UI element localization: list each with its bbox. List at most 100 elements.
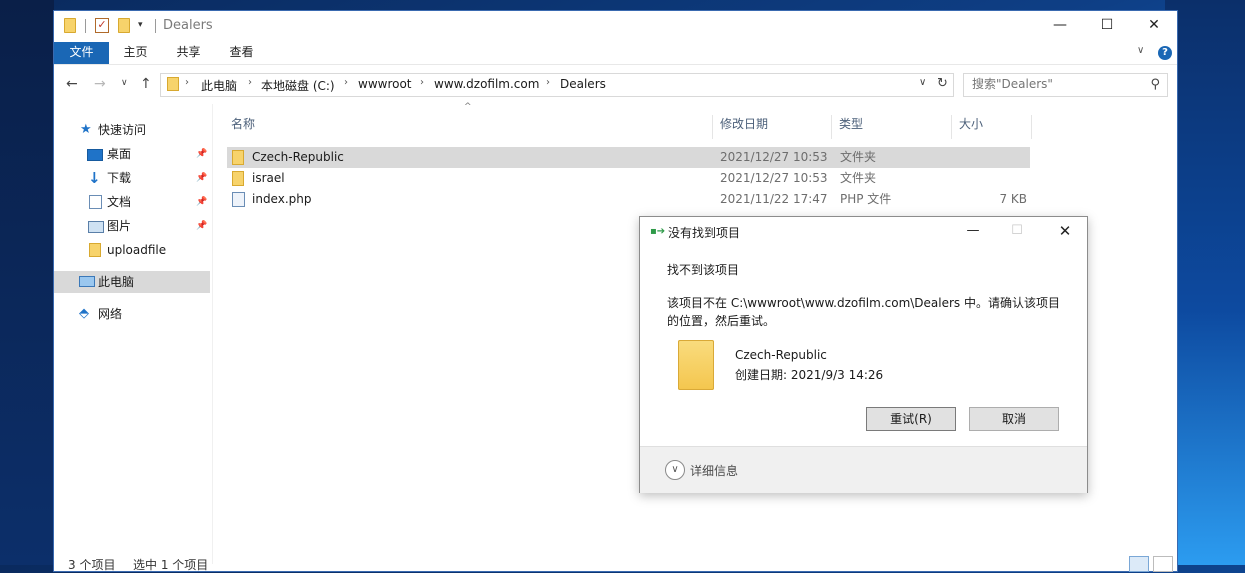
item-not-found-dialog: ▪➔ 没有找到项目 — ☐ ✕ 找不到该项目 该项目不在 C:\wwwroot\… (639, 216, 1088, 493)
large-icons-view-button[interactable] (1153, 556, 1173, 572)
sidebar-item-this-pc[interactable]: 此电脑 (54, 271, 210, 293)
file-row-index-php[interactable]: index.php 2021/11/22 17:47 PHP 文件 7 KB (227, 189, 1030, 210)
back-button[interactable]: ← (66, 76, 78, 92)
title-bar: ✓ ▾ Dealers — ☐ ✕ (54, 11, 1177, 42)
folder-icon (678, 340, 714, 390)
sidebar-item-pictures[interactable]: 图片 📌 (54, 215, 210, 237)
sidebar-item-uploadfile[interactable]: uploadfile (54, 239, 210, 261)
dialog-message-line: 该项目不在 C:\wwwroot\www.dzofilm.com\Dealers… (667, 296, 1061, 310)
properties-icon[interactable]: ✓ (95, 18, 109, 33)
pictures-icon (88, 221, 104, 233)
chevron-down-icon[interactable]: ∨ (665, 460, 685, 480)
column-header-date[interactable]: 修改日期 (713, 115, 832, 139)
navigation-pane: ★ 快速访问 桌面 📌 ↓ 下载 📌 文档 📌 图片 📌 uploadfile (54, 104, 213, 564)
status-bar: 3 个项目 选中 1 个项目 (54, 556, 1177, 572)
help-icon[interactable]: ? (1158, 46, 1172, 60)
window-title: Dealers (163, 18, 213, 33)
dialog-close-button[interactable]: ✕ (1050, 221, 1080, 241)
column-header-size[interactable]: 大小 (952, 115, 1032, 139)
retry-button[interactable]: 重试(R) (866, 407, 956, 431)
minimize-button[interactable]: — (1037, 11, 1083, 41)
pin-icon[interactable]: 📌 (196, 143, 207, 165)
desktop-background-right (1165, 0, 1245, 565)
folder-icon (64, 18, 76, 33)
dialog-minimize-button[interactable]: — (958, 221, 988, 241)
breadcrumb-separator[interactable]: › (546, 77, 550, 88)
details-view-button[interactable] (1129, 556, 1149, 572)
ribbon-tabs: 文件 主页 共享 查看 ∨ ? (54, 42, 1177, 64)
maximize-button[interactable]: ☐ (1084, 11, 1130, 41)
column-header-name[interactable]: 名称 (224, 115, 713, 139)
recent-locations-button[interactable]: ∨ (121, 78, 128, 88)
details-toggle[interactable]: 详细信息 (690, 462, 738, 479)
tab-file[interactable]: 文件 (54, 42, 109, 64)
dialog-maximize-button[interactable]: ☐ (1002, 221, 1032, 241)
sidebar-item-documents[interactable]: 文档 📌 (54, 191, 210, 213)
sidebar-item-downloads[interactable]: ↓ 下载 📌 (54, 167, 210, 189)
dialog-message-line: 的位置，然后重试。 (667, 314, 776, 328)
file-size: 7 KB (999, 192, 1027, 206)
close-button[interactable]: ✕ (1131, 11, 1177, 41)
column-header-type[interactable]: 类型 (832, 115, 952, 139)
sidebar-item-quick-access[interactable]: ★ 快速访问 (54, 119, 210, 141)
address-bar[interactable]: › 此电脑 › 本地磁盘 (C:) › wwwroot › www.dzofil… (160, 73, 954, 97)
file-row-czech-republic[interactable]: Czech-Republic 2021/12/27 10:53 文件夹 (227, 147, 1030, 168)
file-date: 2021/12/27 10:53 (720, 150, 828, 164)
divider (155, 19, 156, 33)
up-button[interactable]: ↑ (140, 76, 152, 92)
breadcrumb-this-pc[interactable]: 此电脑 (201, 77, 237, 94)
breadcrumb-separator[interactable]: › (420, 77, 424, 88)
search-icon[interactable]: ⚲ (1150, 77, 1160, 92)
divider (85, 19, 86, 33)
sidebar-item-label: 桌面 (107, 147, 132, 161)
expand-ribbon-icon[interactable]: ∨ (1137, 45, 1144, 56)
dialog-heading: 找不到该项目 (667, 263, 740, 277)
sidebar-item-label: uploadfile (107, 243, 167, 257)
sidebar-item-label: 文档 (107, 195, 132, 209)
search-input[interactable] (964, 74, 1142, 94)
tab-share[interactable]: 共享 (164, 42, 213, 64)
cancel-button[interactable]: 取消 (969, 407, 1059, 431)
search-box[interactable]: ⚲ (963, 73, 1168, 97)
php-file-icon (232, 192, 245, 207)
customize-quick-access-icon[interactable]: ▾ (138, 20, 143, 36)
refresh-icon[interactable]: ↻ (937, 76, 948, 91)
breadcrumb-separator[interactable]: › (248, 77, 252, 88)
desktop-icon (87, 149, 103, 161)
folder-icon (167, 77, 179, 91)
tab-home[interactable]: 主页 (111, 42, 160, 64)
breadcrumb-separator[interactable]: › (185, 77, 189, 88)
download-icon: ↓ (88, 169, 101, 187)
new-folder-icon[interactable] (118, 18, 130, 33)
breadcrumb-local-disk[interactable]: 本地磁盘 (C:) (261, 77, 335, 94)
breadcrumb-wwwroot[interactable]: wwwroot (358, 77, 412, 91)
breadcrumb-dzofilm[interactable]: www.dzofilm.com (434, 77, 539, 91)
sidebar-item-label: 网络 (98, 307, 123, 321)
forward-button[interactable]: → (94, 76, 106, 92)
dialog-title: 没有找到项目 (668, 226, 741, 240)
dialog-message: 该项目不在 C:\wwwroot\www.dzofilm.com\Dealers… (667, 294, 1067, 330)
star-icon: ★ (80, 122, 92, 137)
file-type: 文件夹 (840, 171, 877, 185)
address-dropdown-icon[interactable]: ∨ (919, 77, 926, 88)
sort-ascending-icon: ^ (464, 102, 472, 112)
file-row-israel[interactable]: israel 2021/12/27 10:53 文件夹 (227, 168, 1030, 189)
tab-view[interactable]: 查看 (217, 42, 266, 64)
sidebar-item-label: 此电脑 (98, 275, 135, 289)
file-type: PHP 文件 (840, 192, 892, 206)
file-name: Czech-Republic (252, 150, 344, 164)
computer-icon (79, 276, 95, 287)
breadcrumb-separator[interactable]: › (344, 77, 348, 88)
desktop-background-left (0, 0, 54, 565)
dialog-footer: ∨ 详细信息 (640, 446, 1087, 493)
breadcrumb-dealers[interactable]: Dealers (560, 77, 606, 91)
file-name: israel (252, 171, 285, 185)
file-date: 2021/12/27 10:53 (720, 171, 828, 185)
document-icon (89, 195, 102, 209)
pin-icon[interactable]: 📌 (196, 191, 207, 213)
pin-icon[interactable]: 📌 (196, 167, 207, 189)
dialog-item-created: 创建日期: 2021/9/3 14:26 (735, 368, 884, 382)
sidebar-item-desktop[interactable]: 桌面 📌 (54, 143, 210, 165)
pin-icon[interactable]: 📌 (196, 215, 207, 237)
sidebar-item-network[interactable]: ⬘ 网络 (54, 303, 210, 325)
